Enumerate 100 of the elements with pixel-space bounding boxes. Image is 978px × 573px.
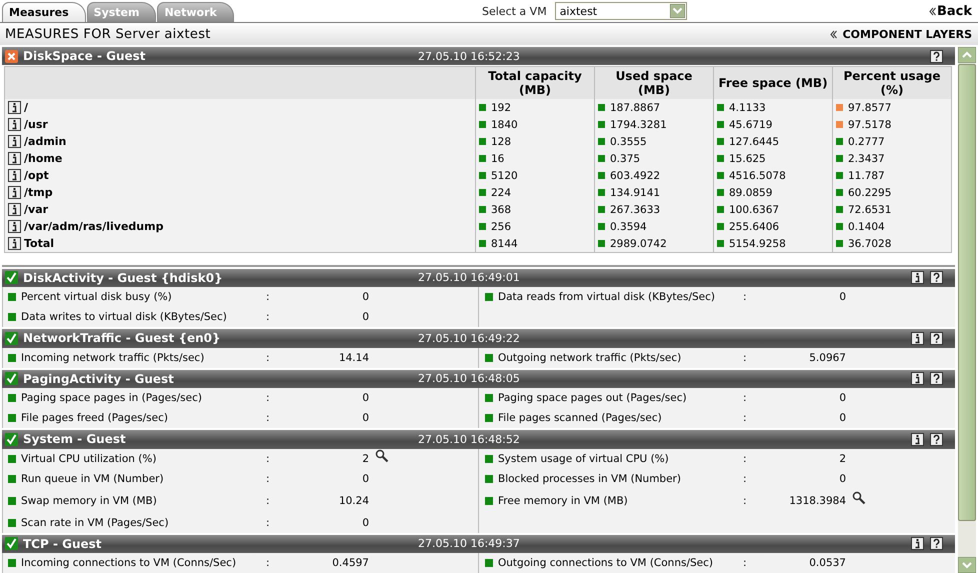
- table-value: 5120: [491, 170, 518, 182]
- status-square-icon: [8, 559, 16, 567]
- colon: :: [743, 352, 748, 364]
- table-value: 0.375: [610, 152, 640, 165]
- filesystem-name: /usr: [24, 118, 48, 132]
- status-square-icon: [8, 394, 16, 402]
- magnifier-icon[interactable]: [852, 490, 866, 505]
- colon: :: [743, 291, 748, 304]
- metric-value: 2: [361, 452, 369, 465]
- colon: :: [266, 557, 271, 569]
- colon: :: [266, 291, 271, 304]
- vm-select[interactable]: aixtest: [554, 2, 687, 20]
- table-value: 2.3437: [848, 152, 885, 165]
- info-icon[interactable]: [8, 118, 21, 132]
- metric-label: Outgoing network traffic (Pkts/sec): [498, 352, 682, 364]
- table-value: 11.787: [848, 170, 885, 182]
- info-icon[interactable]: [911, 372, 924, 386]
- status-square-icon: [8, 354, 16, 362]
- metric-label: Scan rate in VM (Pages/Sec): [21, 516, 170, 529]
- metric-value: 5.0967: [808, 352, 846, 364]
- table-value: 0.3555: [610, 136, 647, 148]
- metric-value: 0: [838, 291, 846, 304]
- info-icon[interactable]: [8, 152, 21, 166]
- component-layers-link[interactable]: COMPONENT LAYERS: [830, 28, 972, 40]
- info-icon[interactable]: [8, 203, 21, 216]
- table-value: 4516.5078: [729, 170, 786, 182]
- info-icon[interactable]: [8, 237, 21, 250]
- colon: :: [266, 516, 271, 529]
- timestamp: 27.05.10 16:49:22: [418, 332, 520, 345]
- help-icon[interactable]: [930, 50, 943, 63]
- metric-value: 10.24: [338, 494, 369, 507]
- metric-value: 0: [361, 311, 369, 324]
- table-value: 8144: [491, 238, 518, 250]
- status-square-icon: [485, 293, 493, 302]
- status-square-icon: [485, 474, 493, 483]
- colon: :: [266, 392, 271, 404]
- info-icon[interactable]: [8, 186, 21, 200]
- table-value: 5154.9258: [729, 238, 786, 250]
- chevron-left-icon: [928, 7, 936, 16]
- timestamp: 27.05.10 16:48:05: [418, 372, 520, 386]
- help-icon[interactable]: [930, 332, 943, 345]
- filesystem-name: /: [24, 101, 28, 114]
- back-link[interactable]: Back: [928, 4, 972, 19]
- colon: :: [266, 412, 271, 424]
- colon: :: [266, 352, 271, 364]
- metric-value: 0.4597: [331, 557, 369, 569]
- column-header: Used space (MB): [594, 66, 714, 100]
- table-value: 36.7028: [848, 238, 892, 250]
- metric-label: File pages scanned (Pages/sec): [498, 412, 663, 424]
- table-value: 603.4922: [610, 170, 660, 182]
- metric-label: File pages freed (Pages/sec): [21, 412, 169, 424]
- help-icon[interactable]: [930, 432, 943, 446]
- table-value: 97.8577: [848, 102, 892, 114]
- info-icon[interactable]: [911, 537, 924, 550]
- info-icon[interactable]: [8, 135, 21, 148]
- tab[interactable]: Measures: [2, 2, 86, 22]
- metric-value: 0: [361, 472, 369, 485]
- info-icon[interactable]: [911, 332, 924, 345]
- status-square-icon: [8, 313, 16, 322]
- info-icon[interactable]: [911, 271, 924, 284]
- metric-label: Blocked processes in VM (Number): [498, 472, 682, 485]
- metric-label: Swap memory in VM (MB): [21, 494, 158, 507]
- status-square-icon: [8, 293, 16, 302]
- help-icon[interactable]: [930, 537, 943, 550]
- info-icon[interactable]: [8, 101, 21, 114]
- table-value: 127.6445: [729, 136, 780, 148]
- table-value: 128: [491, 136, 512, 148]
- status-square-icon: [485, 414, 493, 422]
- status-square-icon: [485, 394, 493, 402]
- help-icon[interactable]: [930, 271, 943, 284]
- info-icon[interactable]: [8, 169, 21, 182]
- table-value: 60.2295: [848, 186, 892, 199]
- metric-value: 0.0537: [808, 557, 846, 569]
- vm-select-label: Select a VM: [482, 4, 547, 18]
- metric-label: Outgoing connections to VM (Conns/Sec): [498, 557, 714, 569]
- scroll-up-icon[interactable]: [958, 47, 976, 63]
- magnifier-icon[interactable]: [375, 448, 389, 463]
- table-value: 4.1133: [729, 102, 766, 114]
- metric-value: 0: [361, 392, 369, 404]
- metric-value: 0: [838, 412, 846, 424]
- filesystem-name: /tmp: [24, 186, 53, 200]
- colon: :: [743, 494, 748, 507]
- status-square-icon: [8, 474, 16, 483]
- table-value: 267.3633: [610, 204, 660, 216]
- metric-label: Free memory in VM (MB): [498, 494, 629, 507]
- metric-label: Data writes to virtual disk (KBytes/Sec): [21, 311, 228, 324]
- metric-value: 0: [361, 516, 369, 529]
- help-icon[interactable]: [930, 372, 943, 386]
- timestamp: 27.05.10 16:52:23: [418, 50, 520, 63]
- info-icon[interactable]: [911, 432, 924, 446]
- filesystem-name: /home: [24, 152, 62, 166]
- scroll-down-icon[interactable]: [958, 557, 976, 573]
- table-value: 72.6531: [848, 204, 892, 216]
- section-title: TCP - Guest: [23, 536, 103, 551]
- status-square-icon: [485, 354, 493, 362]
- info-icon[interactable]: [8, 220, 21, 234]
- filesystem-name: Total: [24, 237, 54, 250]
- table-value: 1840: [491, 118, 518, 131]
- page-title: MEASURES FOR Server aixtest: [5, 26, 211, 42]
- table-value: 0.1404: [848, 220, 885, 233]
